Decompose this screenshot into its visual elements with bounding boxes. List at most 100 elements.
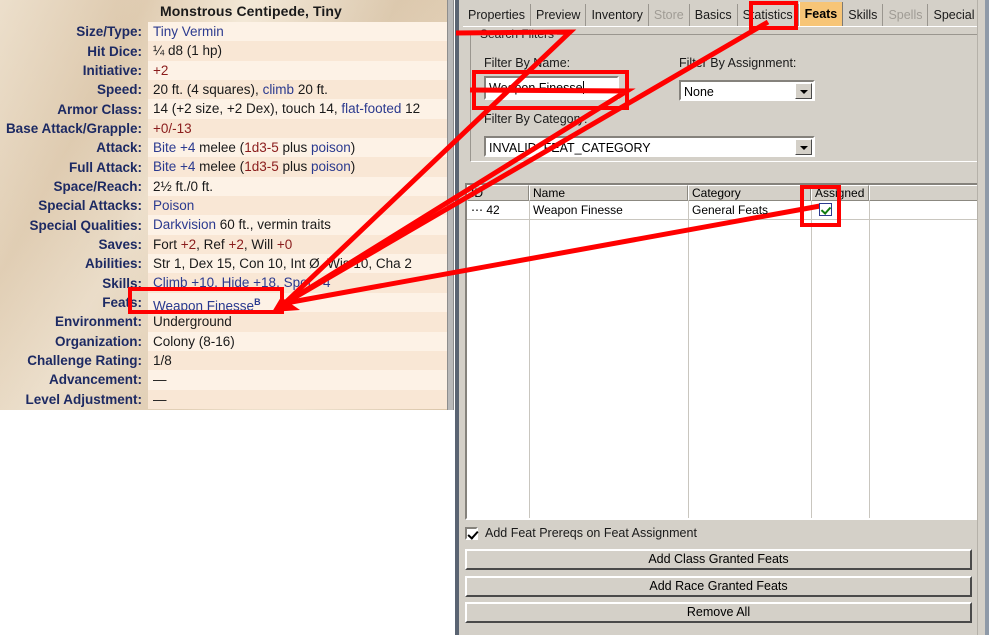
statblock-row: Special Qualities: Darkvision 60 ft., ver… bbox=[0, 215, 447, 235]
statblock-row-value: ¼ d8 (1 hp) bbox=[148, 41, 447, 61]
creature-statblock: Monstrous Centipede, Tiny Size/Type: Tiny… bbox=[0, 0, 447, 410]
table-row-empty bbox=[467, 296, 983, 315]
column-header-id[interactable]: ID bbox=[467, 185, 529, 201]
statblock-row: Initiative: +2 bbox=[0, 60, 447, 81]
statblock-row-value: Tiny Vermin bbox=[148, 22, 447, 42]
statblock-row-label: Skills: bbox=[102, 275, 142, 291]
tab-spells: Spells bbox=[883, 4, 929, 26]
statblock-row-label: Feats: bbox=[102, 294, 142, 310]
remove-all-button[interactable]: Remove All bbox=[465, 602, 972, 623]
statblock-row-label: Level Adjustment: bbox=[25, 391, 142, 407]
table-row-empty bbox=[467, 315, 983, 334]
feats-list[interactable]: ID Name Category Assigned ⋯ 42 Weapon Finess… bbox=[465, 183, 985, 520]
statblock-row-label: Special Qualities: bbox=[29, 217, 142, 233]
statblock-row: Size/Type: Tiny Vermin bbox=[0, 22, 447, 42]
table-row-empty bbox=[467, 486, 983, 505]
table-cell: ⋯ 42 bbox=[471, 203, 500, 217]
tab-inventory[interactable]: Inventory bbox=[586, 4, 649, 26]
tab-feats[interactable]: Feats bbox=[798, 2, 844, 26]
statblock-row-value: Bite +4 melee (1d3-5 plus poison) bbox=[148, 157, 447, 177]
table-row-empty bbox=[467, 239, 983, 258]
filter-by-category-select[interactable]: INVALID_FEAT_CATEGORY bbox=[484, 136, 815, 157]
table-cell: Weapon Finesse bbox=[533, 203, 623, 217]
check-icon[interactable] bbox=[819, 203, 832, 216]
table-row[interactable]: ⋯ 42 Weapon Finesse General Feats bbox=[467, 201, 983, 220]
add-feat-prereqs-label: Add Feat Prereqs on Feat Assignment bbox=[485, 526, 697, 540]
statblock-row-label: Size/Type: bbox=[76, 24, 142, 40]
filter-by-assignment-label: Filter By Assignment: bbox=[679, 56, 797, 70]
statblock-row-value: Str 1, Dex 15, Con 10, Int Ø, Wis 10, Ch… bbox=[148, 254, 447, 274]
dialog-right-edge bbox=[985, 0, 989, 635]
add-race-granted-feats-button[interactable]: Add Race Granted Feats bbox=[465, 576, 972, 597]
chevron-down-icon[interactable] bbox=[795, 139, 812, 155]
statblock-row-label: Advancement: bbox=[48, 372, 142, 388]
tab-properties[interactable]: Properties bbox=[463, 4, 531, 26]
feats-tab-highlight-box bbox=[749, 1, 798, 30]
page-title: Monstrous Centipede, Tiny bbox=[160, 3, 342, 19]
statblock-row-label: Special Attacks: bbox=[38, 198, 142, 214]
table-row-empty bbox=[467, 467, 983, 486]
statblock-row-value: 2½ ft./0 ft. bbox=[148, 176, 447, 197]
statblock-row-label: Space/Reach: bbox=[53, 178, 142, 194]
statblock-row: Armor Class: 14 (+2 size, +2 Dex), touch … bbox=[0, 99, 447, 119]
table-row-empty bbox=[467, 353, 983, 372]
column-header-blank[interactable] bbox=[869, 185, 979, 201]
tab-strip: Properties Preview Inventory Store Basics Sta… bbox=[463, 0, 989, 27]
statblock-row-label: Attack: bbox=[96, 140, 142, 156]
statblock-row-label: Challenge Rating: bbox=[27, 353, 142, 369]
statblock-row-value: +2 bbox=[148, 60, 447, 81]
chevron-down-icon[interactable] bbox=[795, 83, 812, 99]
filter-by-category-value: INVALID_FEAT_CATEGORY bbox=[489, 141, 651, 155]
statblock-row: Attack: Bite +4 melee (1d3-5 plus poison) bbox=[0, 138, 447, 158]
statblock-row: Organization: Colony (8-16) bbox=[0, 331, 447, 351]
feats-stat-highlight-box bbox=[128, 287, 284, 314]
statblock-row: Hit Dice: ¼ d8 (1 hp) bbox=[0, 41, 447, 61]
add-feat-prereqs-row[interactable]: Add Feat Prereqs on Feat Assignment bbox=[465, 526, 697, 540]
filter-by-assignment-value: None bbox=[684, 85, 714, 99]
tab-basics[interactable]: Basics bbox=[689, 4, 738, 26]
statblock-scrollbar[interactable] bbox=[447, 0, 454, 410]
statblock-row: Challenge Rating: 1/8 bbox=[0, 350, 447, 371]
add-feat-prereqs-checkbox[interactable] bbox=[465, 526, 478, 540]
statblock-row-value: Bite +4 melee (1d3-5 plus poison) bbox=[148, 138, 447, 158]
table-row-empty bbox=[467, 334, 983, 353]
statblock-row: Advancement: — bbox=[0, 370, 447, 390]
statblock-row-value: 20 ft. (4 squares), climb 20 ft. bbox=[148, 80, 447, 100]
tab-skills[interactable]: Skills bbox=[843, 4, 884, 26]
table-row-empty bbox=[467, 372, 983, 391]
search-filters-legend: Search Filters bbox=[477, 27, 558, 41]
name-filter-highlight-box bbox=[472, 70, 629, 110]
statblock-row: Environment: Underground bbox=[0, 312, 447, 332]
statblock-row-label: Initiative: bbox=[82, 62, 142, 78]
table-row-empty bbox=[467, 258, 983, 277]
statblock-row: Abilities: Str 1, Dex 15, Con 10, Int Ø, … bbox=[0, 254, 447, 274]
filter-by-assignment-select[interactable]: None bbox=[679, 80, 815, 101]
table-row-empty bbox=[467, 277, 983, 296]
table-cell: General Feats bbox=[692, 203, 769, 217]
statblock-row: Space/Reach: 2½ ft./0 ft. bbox=[0, 176, 447, 197]
statblock-row-value: 1/8 bbox=[148, 350, 447, 371]
statblock-row-label: Speed: bbox=[96, 82, 142, 98]
add-class-granted-feats-button[interactable]: Add Class Granted Feats bbox=[465, 549, 972, 570]
table-row-empty bbox=[467, 220, 983, 239]
statblock-row-value: Fort +2, Ref +2, Will +0 bbox=[148, 234, 447, 255]
statblock-row-value: +0/-13 bbox=[148, 118, 447, 139]
table-row-empty bbox=[467, 429, 983, 448]
statblock-row-label: Environment: bbox=[54, 314, 142, 330]
filter-by-name-label: Filter By Name: bbox=[484, 56, 571, 70]
tab-store: Store bbox=[648, 4, 690, 26]
column-header-category[interactable]: Category bbox=[688, 185, 811, 201]
statblock-row: Special Attacks: Poison bbox=[0, 196, 447, 216]
column-header-name[interactable]: Name bbox=[529, 185, 688, 201]
statblock-row-label: Saves: bbox=[98, 236, 142, 252]
assigned-cell[interactable] bbox=[811, 201, 869, 219]
filter-by-category-label: Filter By Category: bbox=[484, 112, 588, 126]
feats-list-body: ⋯ 42 Weapon Finesse General Feats bbox=[467, 201, 983, 518]
table-cell bbox=[869, 201, 979, 219]
statblock-row-label: Base Attack/Grapple: bbox=[5, 120, 142, 136]
statblock-row: Speed: 20 ft. (4 squares), climb 20 ft. bbox=[0, 80, 447, 100]
statblock-row: Saves: Fort +2, Ref +2, Will +0 bbox=[0, 234, 447, 255]
tab-preview[interactable]: Preview bbox=[530, 4, 587, 26]
statblock-row-value: — bbox=[148, 370, 447, 390]
statblock-row-label: Full Attack: bbox=[68, 159, 142, 175]
